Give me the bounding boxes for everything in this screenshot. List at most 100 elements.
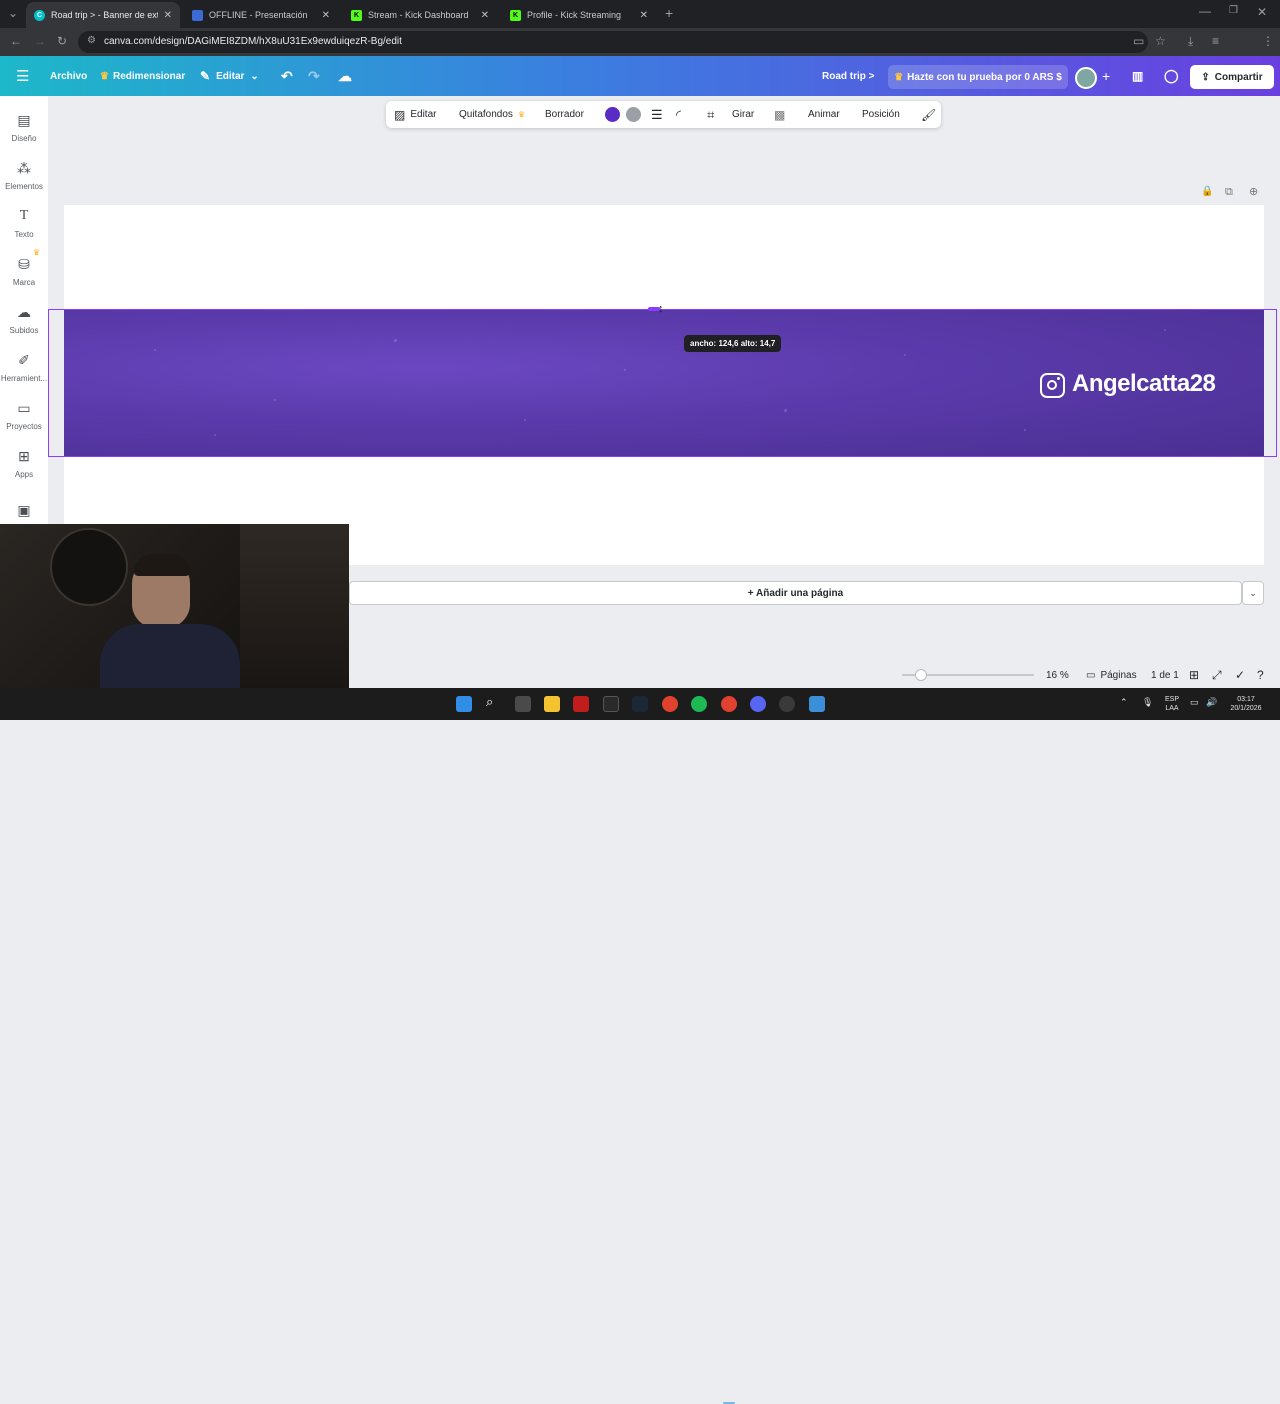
add-page-icon[interactable]: ⊕ [1249,185,1258,198]
clock[interactable]: 03:17 20/1/2026 [1226,695,1266,713]
obs-icon[interactable] [779,696,795,712]
download-icon[interactable]: ⤓ [1188,34,1193,49]
pages-button[interactable]: ▭ Páginas [1086,668,1137,682]
border-style-icon[interactable]: ☰ [651,101,663,128]
tab-road-trip[interactable]: C Road trip > - Banner de exterior ✕ [26,2,180,28]
color-swatch-purple[interactable] [605,107,620,122]
help-icon[interactable]: ? [1257,668,1264,682]
user-avatar[interactable] [1075,67,1097,89]
sidebar-item-elementos[interactable]: ⁂ Elementos [0,160,48,191]
sidebar-item-diseno[interactable]: ▤ Diseño [0,112,48,143]
back-icon[interactable]: ← [10,34,22,48]
add-collaborator-icon[interactable]: + [1102,56,1110,96]
borrador-button[interactable]: Borrador [545,101,584,128]
close-icon[interactable]: ✕ [640,10,648,21]
forward-icon[interactable]: → [34,34,46,48]
zoom-level[interactable]: 16 % [1046,668,1069,682]
microphone-icon[interactable]: 🎙 [1142,698,1153,707]
new-tab-icon[interactable]: + [665,5,673,21]
app-icon[interactable] [573,696,589,712]
analytics-icon[interactable]: ▥ [1132,56,1143,96]
canva-shield-icon [192,9,203,21]
minimize-icon[interactable]: — [1199,4,1211,18]
sidebar-item-proyectos[interactable]: ▭ Proyectos [0,400,48,431]
sidebar-item-apps[interactable]: ⊞ Apps [0,448,48,479]
sidebar-item-texto[interactable]: T Texto [0,208,48,239]
app-icon[interactable] [809,696,825,712]
sidebar-item-subidos[interactable]: ☁ Subidos [0,304,48,335]
maximize-icon[interactable]: ❐ [1229,5,1238,16]
zoom-slider[interactable] [902,669,1034,681]
quitafondos-label: Quitafondos [459,109,513,120]
lock-icon[interactable]: 🔒 [1201,186,1213,197]
quitafondos-button[interactable]: Quitafondos ♛ [459,101,525,128]
chrome-active-icon[interactable] [721,696,737,712]
crop-icon[interactable]: ⌗ [707,101,714,128]
canva-top-bar: ☰ Archivo ♛ Redimensionar ✎ Editar ⌄ ↶ ↷… [0,56,1280,96]
task-view-icon[interactable] [515,696,531,712]
chevron-down-icon[interactable]: ⌄ [1242,581,1264,605]
cloud-saved-icon[interactable]: ☁ [338,56,352,96]
site-settings-icon[interactable]: ⚙ [87,35,96,46]
canva-icon: C [34,9,45,21]
project-title[interactable]: Road trip > [822,56,875,96]
tab-offline[interactable]: OFFLINE - Presentación ✕ [184,2,338,28]
discord-icon[interactable] [750,696,766,712]
spotify-icon[interactable] [691,696,707,712]
sidebar-item-herramientas[interactable]: ✐ Herramient... [0,352,48,383]
close-icon[interactable]: ✕ [164,10,172,21]
share-button[interactable]: ⇪ Compartir [1190,65,1274,89]
animar-button[interactable]: Animar [808,101,840,128]
transparency-icon[interactable]: ▩ [774,101,785,128]
grid-view-icon[interactable]: ⊞ [1189,668,1199,682]
tab-kick-profile[interactable]: K Profile - Kick Streaming ✕ [502,2,656,28]
chevron-up-icon[interactable]: ⌃ [1120,698,1128,707]
trial-button[interactable]: ♛ Hazte con tu prueba por 0 ARS $ [888,65,1068,89]
reload-icon[interactable]: ↻ [57,34,67,48]
paint-format-icon[interactable]: 🖌 [921,101,936,128]
hamburger-menu-icon[interactable]: ☰ [16,56,29,96]
close-icon[interactable]: ✕ [322,10,330,21]
lang-top: ESP [1164,696,1179,703]
editar-image-button[interactable]: ▨ Editar [394,101,436,128]
editar-menu[interactable]: ✎ Editar ⌄ [200,56,259,96]
kebab-menu-icon[interactable]: ⋮ [1262,34,1274,48]
language-indicator[interactable]: ESP LAA [1160,695,1184,713]
posicion-button[interactable]: Posición [862,101,900,128]
elements-icon: ⁂ [17,160,31,176]
girar-button[interactable]: Girar [732,101,754,128]
file-explorer-icon[interactable] [544,696,560,712]
duplicate-page-icon[interactable]: ⧉ [1225,186,1233,199]
tab-search-icon[interactable]: ⌄ [8,6,18,20]
close-icon[interactable]: ✕ [481,10,489,21]
volume-icon[interactable]: 🔊 [1206,698,1217,707]
bookmark-star-icon[interactable]: ☆ [1155,34,1166,48]
comment-icon[interactable]: ◯ [1164,56,1179,96]
add-page-button[interactable]: + Añadir una página [349,581,1242,605]
kick-icon: K [510,9,521,21]
windows-start-icon[interactable] [456,696,472,712]
webcam-person-hair [134,554,190,576]
tab-kick-dashboard[interactable]: K Stream - Kick Dashboard ✕ [343,2,497,28]
window-close-icon[interactable]: ✕ [1257,5,1267,19]
redo-icon[interactable]: ↷ [308,56,320,96]
fullscreen-icon[interactable]: ⤢ [1212,668,1222,682]
url-field[interactable]: ⚙ canva.com/design/DAGiMEI8ZDM/hX8uU31Ex… [78,31,1148,53]
steam-icon[interactable] [632,696,648,712]
playlist-icon[interactable]: ≡ [1212,34,1219,48]
search-icon[interactable]: ⌕ [486,694,502,710]
cast-icon[interactable]: ▭ [1133,34,1144,48]
color-swatch-gray[interactable] [626,107,641,122]
archivo-menu[interactable]: Archivo [50,56,87,96]
epic-games-icon[interactable] [603,696,619,712]
sidebar-item-marca[interactable]: ♛ ⛁ Marca [0,248,48,287]
undo-icon[interactable]: ↶ [281,56,293,96]
zoom-slider-thumb[interactable] [915,669,927,681]
network-icon[interactable]: ▭ [1190,698,1199,707]
trial-label: Hazte con tu prueba por 0 ARS $ [907,71,1062,83]
chrome-icon[interactable] [662,696,678,712]
corner-rounding-icon[interactable]: ◜ [676,101,681,128]
check-icon[interactable]: ✓ [1235,668,1245,682]
redimensionar-button[interactable]: ♛ Redimensionar [100,56,185,96]
sidebar-item-photos[interactable]: ▣ [0,502,48,524]
